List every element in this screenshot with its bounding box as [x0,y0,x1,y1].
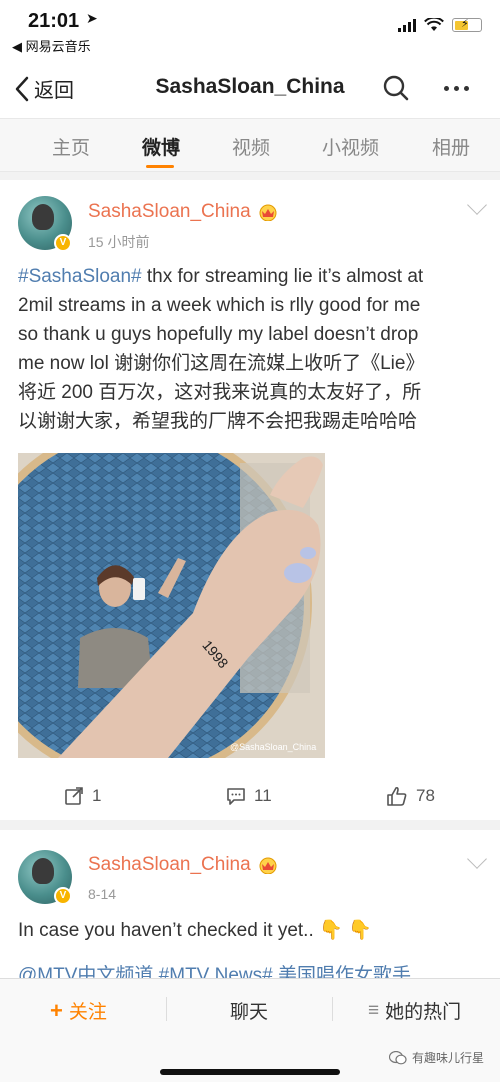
chat-button[interactable]: 聊天 [230,997,268,1024]
post-text-line: 以谢谢大家，希望我的厂牌不会把我踢走哈哈哈 [18,411,418,432]
dropdown-chevron-icon[interactable] [467,195,487,215]
post-actions: 1 11 78 [0,776,500,818]
post-text-line: me now lol 谢谢你们这周在流媒上收听了《Lie》 [18,353,425,374]
search-icon[interactable] [382,74,410,102]
account-watermark: 有趣味儿行星 [388,1049,484,1066]
repost-icon [65,787,83,805]
verified-badge-icon: V [54,887,72,905]
post-text: #SashaSloan# thx for streaming lie it’s … [18,262,486,436]
location-arrow-icon: ➤ [86,10,98,26]
home-indicator [160,1069,340,1075]
active-tab-indicator [146,165,174,168]
hot-posts-button[interactable]: ≡ 她的热门 [368,997,461,1024]
post-username[interactable]: SashaSloan_China [88,854,251,876]
list-icon: ≡ [368,999,380,1021]
post-card: V SashaSloan_China 8-14 In case you have… [0,830,500,980]
comment-button[interactable]: 11 [226,786,272,806]
post-photo[interactable]: 1998 @SashaSloan_China [18,453,325,758]
post-text-line: 将近 200 百万次，这对我来说真的太友好了，所 [18,382,422,403]
like-button[interactable]: 78 [386,786,435,806]
like-count: 78 [416,786,435,805]
comment-count: 11 [254,786,272,805]
wechat-icon [388,1050,407,1064]
photo-watermark: @SashaSloan_China [230,742,316,752]
post-text: In case you haven’t checked it yet.. 👇 👇 [18,920,372,941]
status-icons: ⚡ [398,18,482,32]
tab-video[interactable]: 视频 [232,133,270,160]
dropdown-chevron-icon[interactable] [467,849,487,869]
signal-icon [398,18,416,32]
more-icon[interactable] [444,86,469,91]
like-icon [387,786,407,806]
follow-button[interactable]: + 关注 [50,997,107,1024]
page-title: SashaSloan_China [155,75,345,98]
wifi-icon [424,18,444,31]
navigation-bar: 返回 SashaSloan_China [0,58,500,118]
follow-label: 关注 [68,1002,107,1023]
plus-icon: + [50,997,63,1023]
status-time: 21:01 [28,10,80,32]
vip-crown-icon [259,857,277,874]
tab-album[interactable]: 相册 [432,133,470,160]
watermark-text: 有趣味儿行星 [411,1051,484,1065]
post-time: 15 小时前 [88,234,150,250]
battery-icon: ⚡ [452,18,482,32]
post-username[interactable]: SashaSloan_China [88,201,251,223]
vip-crown-icon [259,204,277,221]
verified-badge-icon: V [54,234,72,252]
status-bar: 21:01 ➤ ◀ 网易云音乐 ⚡ [0,0,500,58]
divider [166,997,167,1021]
hot-posts-label: 她的热门 [385,1002,462,1023]
post-text-line: so thank u guys hopefully my label doesn… [18,324,419,345]
tab-weibo[interactable]: 微博 [142,133,180,160]
repost-count: 1 [92,786,102,805]
chat-label: 聊天 [230,1002,269,1023]
profile-tabs: 主页 微博 视频 小视频 相册 [0,118,500,172]
comment-icon [227,788,245,805]
tab-home[interactable]: 主页 [52,133,90,160]
post-time: 8-14 [88,886,117,902]
bottom-action-bar: + 关注 聊天 ≡ 她的热门 有趣味儿行星 [0,978,500,1082]
back-to-app-link[interactable]: ◀ 网易云音乐 [12,36,91,55]
divider [332,997,333,1021]
tab-short-video[interactable]: 小视频 [322,133,379,160]
post-text-line: 2mil streams in a week which is rlly goo… [18,295,421,316]
post-text-line: thx for streaming lie it’s almost at [141,266,424,287]
repost-button[interactable]: 1 [64,786,101,806]
selfie-mirror-image: 1998 @SashaSloan_China [18,453,325,758]
hashtag-link[interactable]: #SashaSloan# [18,266,142,287]
